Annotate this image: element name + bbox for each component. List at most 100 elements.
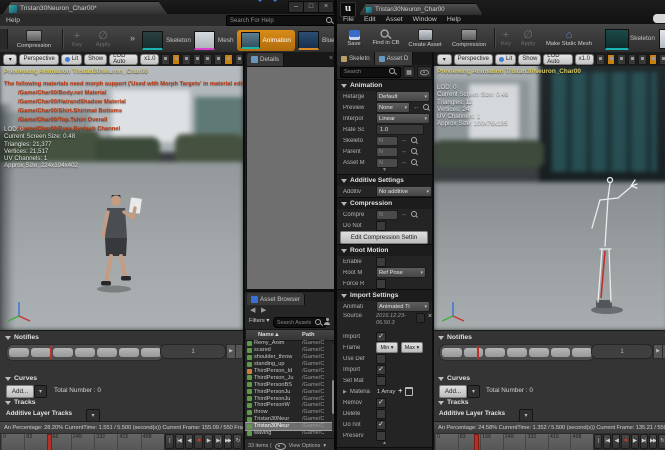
- lod-auto-button[interactable]: LOD Auto: [109, 54, 138, 65]
- use-selected-icon[interactable]: ←: [401, 211, 408, 219]
- section-import-settings[interactable]: Import Settings: [337, 289, 432, 301]
- section-animation[interactable]: Animation: [337, 79, 432, 91]
- skeleton-tree-tab[interactable]: Skeletn: [337, 52, 375, 65]
- asset-search-input[interactable]: Search Assets: [273, 317, 327, 328]
- notify-segment[interactable]: [53, 348, 73, 357]
- tracks-header[interactable]: Tracks: [438, 399, 469, 406]
- minimize-button[interactable]: –: [288, 1, 304, 13]
- interpolation-dropdown[interactable]: Linear: [376, 113, 430, 124]
- notifies-track[interactable]: [439, 344, 595, 361]
- browse-icon[interactable]: [411, 159, 419, 167]
- mesh-mode-label[interactable]: Mesh: [218, 37, 234, 44]
- do-not-override-checkbox[interactable]: [376, 221, 386, 231]
- lit-button[interactable]: Lit: [61, 54, 82, 65]
- help-search-input-cut[interactable]: [653, 14, 665, 23]
- browse-icon[interactable]: [423, 104, 431, 112]
- root-motion-lock-dropdown[interactable]: Ref Pose: [376, 267, 426, 278]
- asset-map-box[interactable]: N: [376, 158, 398, 168]
- tracks-header[interactable]: Tracks: [5, 399, 36, 406]
- go-to-front-button[interactable]: |◀◀: [165, 434, 174, 449]
- notify-segment[interactable]: [529, 348, 549, 357]
- curves-add-button[interactable]: Add...: [6, 385, 34, 398]
- skeleton-mode-label[interactable]: Skeleton: [166, 37, 191, 44]
- notify-segment[interactable]: [464, 348, 484, 357]
- use-selected-icon[interactable]: ←: [401, 148, 408, 156]
- left-timeline-ruler[interactable]: 083166249332415498: [0, 433, 165, 450]
- filters-button[interactable]: Filters ▾: [249, 318, 269, 324]
- asset-list-row[interactable]: Tristan30Neur /Game/C: [245, 416, 332, 423]
- maximize-viewport-icon[interactable]: [659, 54, 665, 65]
- make-static-mesh-button[interactable]: ⌂ Make Static Mesh: [541, 26, 597, 50]
- enable-root-motion-checkbox[interactable]: [376, 257, 386, 267]
- animation-length-dropdown[interactable]: Animated Ti: [376, 301, 430, 312]
- grid-snap-icon[interactable]: [628, 54, 637, 65]
- details-tab[interactable]: Details: [247, 53, 284, 66]
- asset-list-row[interactable]: ThirdPersonJu /Game/C: [245, 388, 332, 395]
- scale-snap-icon[interactable]: [214, 54, 222, 65]
- rotation-snap-icon[interactable]: [203, 54, 211, 65]
- asset-list-row[interactable]: Remy_Anim /Game/C: [245, 340, 332, 347]
- translate-icon[interactable]: [596, 54, 605, 65]
- skeleton-mode-icon[interactable]: [605, 29, 629, 50]
- frame-max-button[interactable]: Max ▾: [401, 342, 423, 353]
- use-default-rate-checkbox[interactable]: [376, 354, 386, 364]
- asset-details-tab[interactable]: Asset D: [375, 52, 414, 65]
- view-options-eye-icon[interactable]: [275, 443, 286, 450]
- camera-speed-icon[interactable]: [224, 54, 232, 65]
- playback-speed-button[interactable]: x1.0: [140, 54, 159, 65]
- preview-dropdown[interactable]: None: [376, 102, 410, 113]
- notify-segment[interactable]: [572, 348, 592, 357]
- left-viewport[interactable]: ▾ Perspective Lit Show LOD Auto x1.0 Pre…: [0, 52, 243, 330]
- view-options-caret[interactable]: ▾: [323, 443, 326, 449]
- notify-segment[interactable]: [75, 348, 95, 357]
- animation-mode-button[interactable]: Animation: [237, 30, 295, 51]
- edit-compression-button[interactable]: Edit Compression Settin: [340, 231, 428, 244]
- step-forward-button[interactable]: ▶|: [640, 434, 648, 449]
- right-document-tab[interactable]: Tristan30Neuron_Char00: [359, 3, 483, 15]
- right-playhead[interactable]: [474, 434, 479, 450]
- skeleton-mode-label[interactable]: Skeleton: [630, 35, 655, 42]
- play-reverse-button[interactable]: ◀: [185, 434, 194, 449]
- notify-playhead-tick[interactable]: [477, 346, 479, 359]
- asset-list-row[interactable]: ThirdPersonW /Game/C: [245, 402, 332, 409]
- add-element-icon[interactable]: +: [398, 388, 402, 395]
- skeleton-mode-icon[interactable]: [142, 31, 163, 50]
- browse-icon[interactable]: [411, 137, 419, 145]
- right-timeline-ruler[interactable]: 083166249332415498: [434, 433, 594, 450]
- notify-segment[interactable]: [119, 348, 139, 357]
- details-visibility-dropdown[interactable]: [417, 66, 432, 78]
- save-button[interactable]: Save: [341, 26, 367, 50]
- section-additive[interactable]: Additive Settings: [337, 174, 432, 186]
- left-document-tab[interactable]: Tristan30Neuron_Char00*: [2, 1, 168, 15]
- details-search-input[interactable]: Search: [340, 67, 401, 78]
- curves-add-dropdown[interactable]: ▾: [467, 385, 480, 398]
- maximize-viewport-icon[interactable]: [235, 54, 243, 65]
- step-back-button[interactable]: |◀: [603, 434, 611, 449]
- notifies-header[interactable]: Notifies: [438, 334, 472, 341]
- asset-list-row[interactable]: shoulder_throw /Game/C: [245, 354, 332, 361]
- expander-icon[interactable]: ▶: [343, 389, 347, 395]
- menu-asset[interactable]: Asset: [386, 16, 403, 23]
- browse-icon[interactable]: [411, 211, 419, 219]
- view-options-label[interactable]: View Options: [289, 443, 321, 449]
- play-reverse-button[interactable]: ◀: [612, 434, 620, 449]
- notify-segment[interactable]: [551, 348, 571, 357]
- notifies-track[interactable]: [6, 344, 164, 361]
- asset-browser-tab[interactable]: Asset Browser: [247, 293, 305, 305]
- viewport-options-dropdown[interactable]: ▾: [3, 54, 17, 65]
- column-path[interactable]: Path: [302, 332, 315, 338]
- delete-existing-checkbox[interactable]: [376, 409, 386, 419]
- nav-back-icon[interactable]: ◀: [250, 306, 255, 314]
- mesh-mode-icon-cut[interactable]: [659, 29, 665, 49]
- find-in-cb-button[interactable]: Find in CB: [369, 26, 403, 50]
- section-compression[interactable]: Compression: [337, 197, 432, 209]
- notify-segment[interactable]: [442, 348, 462, 357]
- loop-button[interactable]: ↻: [658, 434, 665, 449]
- asset-list-row[interactable]: Tristan30Neur /Game/C: [245, 423, 332, 430]
- notifies-header[interactable]: Notifies: [5, 334, 39, 341]
- frame-min-button[interactable]: Min ▾: [376, 342, 398, 353]
- notify-scrollbar[interactable]: [235, 344, 243, 359]
- asset-list-row[interactable]: scared /Game/C: [245, 347, 332, 354]
- notify-segment[interactable]: [9, 348, 29, 357]
- remove-redundant-checkbox[interactable]: [376, 398, 386, 408]
